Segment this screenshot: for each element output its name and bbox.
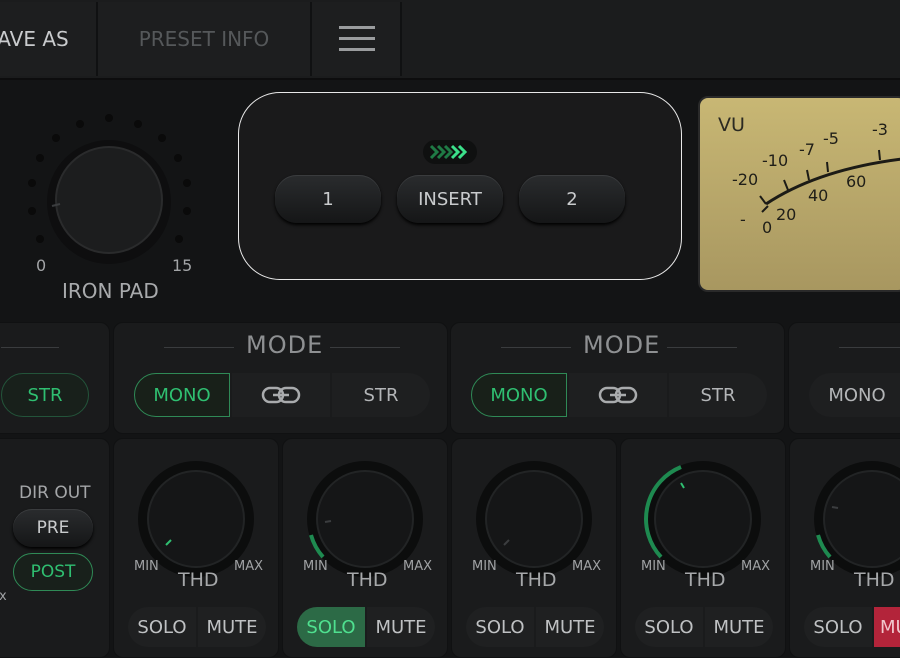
mono-label: MONO: [490, 384, 548, 406]
pre-label: PRE: [36, 518, 70, 538]
insert-label: INSERT: [418, 188, 482, 210]
link-button[interactable]: [232, 373, 330, 417]
vu-scale-bottom-0: -: [740, 210, 746, 229]
stereo-button[interactable]: STR: [669, 373, 767, 417]
solo-label: SOLO: [813, 616, 863, 638]
menu-button[interactable]: [312, 2, 402, 76]
mute-button[interactable]: MUTE: [198, 607, 266, 647]
mode-section-3: MONO: [788, 322, 900, 434]
link-icon: [598, 386, 638, 404]
post-button[interactable]: POST: [13, 553, 93, 591]
stereo-button[interactable]: STR: [1, 373, 89, 417]
dir-out-label: DIR OUT: [19, 483, 91, 503]
mute-label: MUTE: [544, 616, 596, 638]
mode-heading: MODE: [583, 331, 661, 359]
mode-section-1: MODE MONO STR: [113, 322, 448, 434]
hamburger-icon: [312, 2, 402, 76]
vu-scale-top-2: -7: [799, 140, 815, 159]
mute-label: MU: [880, 616, 900, 638]
vu-scale: [759, 149, 900, 213]
channel-strip-0: MIN MAX THD SOLO MUTE: [113, 438, 279, 658]
knob-min-label: MIN: [134, 559, 159, 574]
mute-button[interactable]: MUTE: [367, 607, 435, 647]
stereo-button[interactable]: STR: [332, 373, 430, 417]
solo-label: SOLO: [475, 616, 525, 638]
save-as-button[interactable]: AVE AS: [0, 2, 98, 76]
mono-label: MONO: [828, 384, 886, 406]
vu-scale-top-0: -20: [732, 170, 759, 189]
dir-out-edge-text: x: [0, 589, 7, 604]
iron-pad-min: 0: [36, 256, 47, 275]
vu-scale-bottom-1: 0: [762, 218, 773, 237]
solo-label: SOLO: [306, 616, 356, 638]
thd-label: THD: [347, 569, 388, 591]
vu-scale-bottom-4: 60: [846, 172, 867, 191]
route-1-button[interactable]: 1: [275, 175, 381, 223]
mode-section-2: MODE MONO STR: [450, 322, 785, 434]
channel-strip-2: MIN MAX THD SOLO MUTE: [451, 438, 617, 658]
iron-pad-section: 0 15 IRON PAD: [0, 82, 230, 318]
mute-label: MUTE: [206, 616, 258, 638]
mode-section-0: STR: [0, 322, 110, 434]
channel-strip-1: MIN MAX THD SOLO MUTE: [282, 438, 448, 658]
solo-button[interactable]: SOLO: [297, 607, 365, 647]
stereo-label: STR: [27, 384, 63, 406]
routing-popup: 1 INSERT 2: [238, 92, 682, 280]
solo-label: SOLO: [644, 616, 694, 638]
mono-label: MONO: [153, 384, 211, 406]
channel-strip-4: MIN THD SOLO MU: [789, 438, 900, 658]
knob-min-label: MIN: [810, 559, 835, 574]
post-label: POST: [30, 562, 76, 582]
insert-button[interactable]: INSERT: [397, 175, 503, 223]
dir-out-section: DIR OUT PRE POST x: [0, 438, 110, 658]
arrow-indicator-icon: [423, 140, 477, 164]
knob-max-label: MAX: [572, 559, 602, 574]
knob-max-label: MAX: [741, 559, 771, 574]
route-2-label: 2: [566, 188, 578, 210]
preset-info-label: PRESET INFO: [138, 27, 270, 51]
knob-min-label: MIN: [641, 559, 666, 574]
knob-max-label: MAX: [234, 559, 264, 574]
link-icon: [261, 386, 301, 404]
thd-label: THD: [685, 569, 726, 591]
vu-scale-top-1: -10: [762, 151, 789, 170]
vu-scale-top-3: -5: [823, 129, 839, 148]
solo-button[interactable]: SOLO: [466, 607, 534, 647]
stereo-label: STR: [363, 384, 399, 406]
thd-label: THD: [516, 569, 557, 591]
solo-label: SOLO: [137, 616, 187, 638]
mute-label: MUTE: [375, 616, 427, 638]
mono-button[interactable]: MONO: [471, 373, 567, 417]
iron-pad-max: 15: [172, 256, 193, 275]
stereo-label: STR: [700, 384, 736, 406]
preset-info-button[interactable]: PRESET INFO: [98, 2, 312, 76]
mono-button[interactable]: MONO: [134, 373, 230, 417]
knob-max-label: MAX: [403, 559, 433, 574]
knob-min-label: MIN: [472, 559, 497, 574]
vu-scale-bottom-3: 40: [808, 186, 829, 205]
thd-label: THD: [854, 569, 895, 591]
mono-button[interactable]: MONO: [809, 373, 900, 417]
mute-button[interactable]: MU: [874, 607, 900, 647]
mute-button[interactable]: MUTE: [705, 607, 773, 647]
pre-button[interactable]: PRE: [13, 509, 93, 547]
link-button[interactable]: [569, 373, 667, 417]
channel-strip-3: MIN MAX THD SOLO MUTE: [620, 438, 786, 658]
iron-pad-label: IRON PAD: [62, 279, 159, 303]
thd-label: THD: [178, 569, 219, 591]
solo-button[interactable]: SOLO: [635, 607, 703, 647]
solo-button[interactable]: SOLO: [804, 607, 872, 647]
mode-heading: MODE: [246, 331, 324, 359]
vu-meter: VU -20 -10 -7 -5 -3 - 0 20 40 60: [698, 96, 900, 292]
mute-button[interactable]: MUTE: [536, 607, 604, 647]
solo-button[interactable]: SOLO: [128, 607, 196, 647]
route-2-button[interactable]: 2: [519, 175, 625, 223]
mute-label: MUTE: [713, 616, 765, 638]
save-as-label: AVE AS: [0, 27, 69, 51]
vu-scale-top-4: -3: [872, 120, 888, 139]
vu-scale-bottom-2: 20: [776, 205, 797, 224]
route-1-label: 1: [322, 188, 334, 210]
knob-min-label: MIN: [303, 559, 328, 574]
